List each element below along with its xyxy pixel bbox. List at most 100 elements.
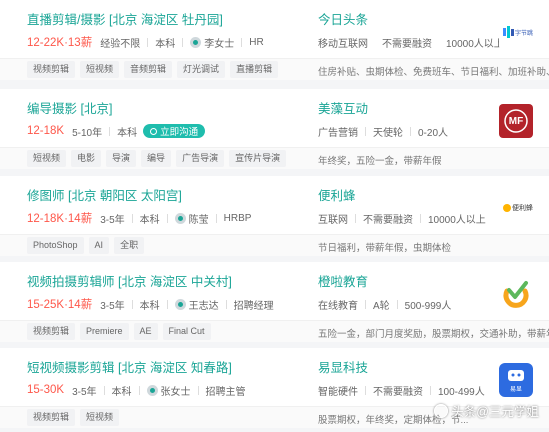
avatar-icon xyxy=(146,384,158,396)
skill-tag: Premiere xyxy=(80,323,129,340)
avatar-icon xyxy=(174,212,186,224)
job-title-link[interactable]: 短视频摄影剪辑 [北京 海淀区 知春路] xyxy=(27,360,295,376)
company-logo[interactable]: 易显 xyxy=(499,363,533,397)
company-name-link[interactable]: 便利蜂 xyxy=(318,188,498,204)
divider xyxy=(215,213,217,223)
skill-tag: 广告导演 xyxy=(176,150,225,167)
skill-tag: 视频剪辑 xyxy=(27,323,76,340)
divider xyxy=(410,126,411,136)
divider xyxy=(396,299,398,309)
watermark-icon xyxy=(434,403,449,418)
online-dot-icon xyxy=(149,387,155,393)
skill-tag: 宣传片导演 xyxy=(229,150,287,167)
job-meta: 12-18K 5-10年 本科 立即沟通 xyxy=(27,123,295,139)
recruiter-name: 陈莹 xyxy=(188,214,209,226)
job-card[interactable]: 编导摄影 [北京] 12-18K 5-10年 本科 立即沟通 美藻互动 广告营销 天使轮 0-2… xyxy=(0,89,549,169)
online-dot-icon xyxy=(193,39,199,45)
job-card[interactable]: 直播剪辑/摄影 [北京 海淀区 牡丹园] 12-22K·13薪 经验不限 本科 李女士 H… xyxy=(0,0,549,80)
salary: 15-30K xyxy=(27,384,65,396)
company-logo-text: 易显 xyxy=(509,387,522,393)
skill-tag: AE xyxy=(133,323,158,340)
company-logo[interactable]: 字节跳动 xyxy=(499,15,533,49)
skill-tags: 视频剪辑 短视频 音频剪辑 灯光调试 直播剪辑 xyxy=(27,61,279,78)
benefits-text: 年终奖，五险一金，带薪年假 xyxy=(318,156,442,167)
divider xyxy=(420,213,421,223)
divider xyxy=(109,126,111,136)
company-attribute: 在线教育 xyxy=(318,300,358,312)
divider xyxy=(166,213,168,223)
skill-tag: 灯光调试 xyxy=(177,61,226,78)
recruiter-role: 招聘经理 xyxy=(233,300,274,312)
company-attribute: 10000人以上 xyxy=(428,214,486,226)
company-attribute: 不需要融资 xyxy=(382,38,432,50)
company-attribute: 10000人以上 xyxy=(446,38,504,50)
job-title-link[interactable]: 视频拍摄剪辑师 [北京 海淀区 中关村] xyxy=(27,274,295,290)
job-meta: 15-30K 3-5年 本科 张女士 招聘主管 xyxy=(27,382,295,398)
skill-tag: AI xyxy=(88,237,110,254)
skill-tags: PhotoShop AI 全职 xyxy=(27,237,145,254)
job-info: 短视频摄影剪辑 [北京 海淀区 知春路] 15-30K 3-5年 本科 张女士 招聘主管 xyxy=(27,360,295,398)
chat-now-label: 立即沟通 xyxy=(160,127,199,138)
avatar-icon xyxy=(190,36,202,48)
divider xyxy=(147,37,149,47)
company-attribute: 500-999人 xyxy=(404,300,452,312)
watermark-text: 头条@三元学姐 xyxy=(451,405,539,419)
job-title-link[interactable]: 直播剪辑/摄影 [北京 海淀区 牡丹园] xyxy=(27,12,295,28)
card-footer: 视频剪辑 短视频 音频剪辑 灯光调试 直播剪辑 住房补贴、虫期体检、免费班车、节日福利、加… xyxy=(0,58,549,80)
benefits-text: 节日福利，带薪年假，虫期体检 xyxy=(318,243,452,254)
company-info: 美藻互动 广告营销 天使轮 0-20人 xyxy=(318,101,498,139)
watermark: 头条@三元学姐 xyxy=(434,401,539,420)
divider xyxy=(365,126,366,136)
skill-tag: 音频剪辑 xyxy=(124,61,173,78)
skill-tag: 电影 xyxy=(71,150,102,167)
recruiter-name: 王志达 xyxy=(188,300,219,312)
company-meta: 智能硬件 不需要融资 100-499人 xyxy=(318,382,498,398)
company-info: 易显科技智能硬件 不需要融资 100-499人 xyxy=(318,360,498,398)
skill-tag: 短视频 xyxy=(80,61,120,78)
recruiter: 王志达 招聘经理 xyxy=(174,297,274,312)
company-logo[interactable] xyxy=(499,277,533,311)
skill-tag: PhotoShop xyxy=(27,237,84,254)
avatar-icon xyxy=(174,298,186,310)
job-meta: 15-25K·14薪 3-5年 本科 王志达 招聘经理 xyxy=(27,296,295,312)
skill-tags: 短视频 电影 导演 编导 广告导演 宣传片导演 xyxy=(27,150,287,167)
company-logo-text: 便利蜂 xyxy=(512,205,533,212)
job-info: 修图师 [北京 朝阳区 太阳宫] 12-18K·14薪 3-5年 本科 陈莹 HRBP xyxy=(27,188,295,226)
divider xyxy=(430,385,431,395)
skill-tag: 直播剪辑 xyxy=(230,61,279,78)
divider xyxy=(225,299,227,309)
company-info: 橙啦教育 在线教育 A轮 500-999人 xyxy=(318,274,498,312)
recruiter-role: HR xyxy=(249,36,264,48)
job-requirement: 3-5年 xyxy=(72,386,97,398)
chat-icon xyxy=(150,127,158,135)
company-logo[interactable]: MF xyxy=(499,104,533,138)
job-requirement: 3-5年 xyxy=(100,214,125,226)
job-card[interactable]: 修图师 [北京 朝阳区 太阳宫] 12-18K·14薪 3-5年 本科 陈莹 HRBP 便利… xyxy=(0,176,549,256)
job-meta: 12-18K·14薪 3-5年 本科 陈莹 HRBP xyxy=(27,210,295,226)
job-requirement: 3-5年 xyxy=(100,300,125,312)
job-info: 编导摄影 [北京] 12-18K 5-10年 本科 立即沟通 xyxy=(27,101,295,139)
divider xyxy=(365,385,366,395)
job-requirement: 本科 xyxy=(139,300,160,312)
skill-tag: 全职 xyxy=(114,237,145,254)
company-logo[interactable]: 便利蜂 xyxy=(499,191,533,225)
company-name-link[interactable]: 美藻互动 xyxy=(318,101,498,117)
skill-tag: 编导 xyxy=(141,150,172,167)
chat-now-button[interactable]: 立即沟通 xyxy=(143,124,206,138)
company-name-link[interactable]: 今日头条 xyxy=(318,12,498,28)
job-title-link[interactable]: 修图师 [北京 朝阳区 太阳宫] xyxy=(27,188,295,204)
company-meta: 移动互联网 不需要融资 10000人以上 xyxy=(318,34,504,50)
job-title-link[interactable]: 编导摄影 [北京] xyxy=(27,101,295,117)
company-name-link[interactable]: 易显科技 xyxy=(318,360,498,376)
skill-tag: 导演 xyxy=(106,150,137,167)
divider xyxy=(241,37,243,47)
job-card[interactable]: 视频拍摄剪辑师 [北京 海淀区 中关村] 15-25K·14薪 3-5年 本科 王志达 招… xyxy=(0,262,549,342)
recruiter-role: HRBP xyxy=(223,212,252,224)
salary: 12-18K xyxy=(27,125,65,137)
card-footer: 短视频 电影 导演 编导 广告导演 宣传片导演 年终奖，五险一金，带薪年假 xyxy=(0,147,549,169)
divider xyxy=(355,213,356,223)
company-name-link[interactable]: 橙啦教育 xyxy=(318,274,498,290)
company-attribute: 智能硬件 xyxy=(318,386,358,398)
job-requirement: 5-10年 xyxy=(72,127,103,139)
company-attribute: 不需要融资 xyxy=(363,214,413,226)
